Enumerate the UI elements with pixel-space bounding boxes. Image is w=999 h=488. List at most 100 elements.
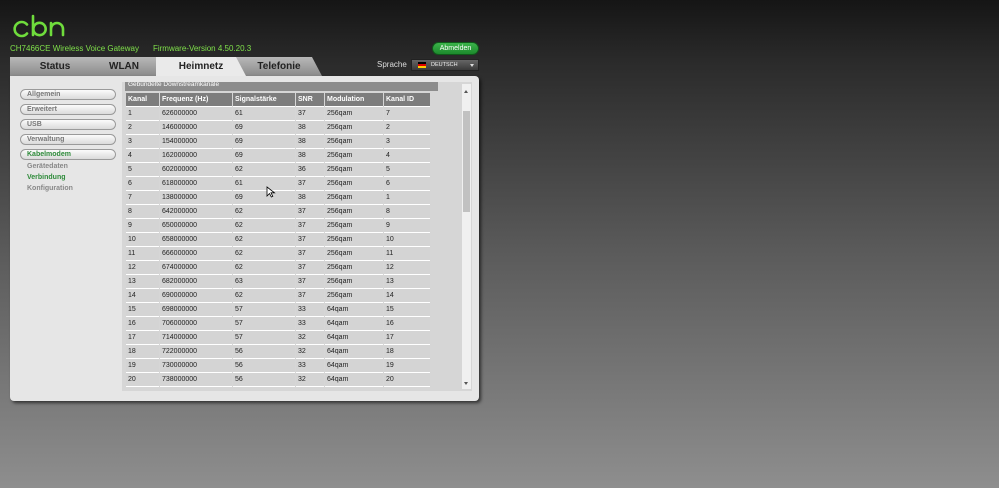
- table-cell: 57: [233, 303, 295, 317]
- table-cell: 730000000: [160, 359, 232, 373]
- table-cell: 1: [384, 191, 430, 205]
- sidebar-subitem-konfiguration[interactable]: Konfiguration: [27, 185, 73, 192]
- sidebar-item-allgemein[interactable]: Allgemein: [20, 89, 116, 100]
- sidebar-item-erweitert[interactable]: Erweitert: [20, 104, 116, 115]
- tab-wlan[interactable]: WLAN: [82, 57, 166, 76]
- table-cell: 16: [384, 317, 430, 331]
- table-cell: 690000000: [160, 289, 232, 303]
- table-cell: 57: [233, 317, 295, 331]
- table-row: 13 682000000 63 37 256qam 13: [126, 275, 430, 289]
- table-cell: 626000000: [160, 107, 232, 121]
- table-row: 10 658000000 62 37 256qam 10: [126, 233, 430, 247]
- table-cell: 256qam: [325, 191, 383, 205]
- table-row: 18 722000000 56 32 64qam 18: [126, 345, 430, 359]
- header-info: CH7466CE Wireless Voice Gateway Firmware-…: [10, 44, 251, 53]
- model-name: CH7466CE Wireless Voice Gateway: [10, 44, 139, 53]
- sidebar-subitem-verbindung[interactable]: Verbindung: [27, 174, 66, 181]
- chevron-down-icon: [470, 64, 474, 67]
- language-selected: DEUTSCH: [431, 62, 458, 68]
- sidebar-item-usb[interactable]: USB: [20, 119, 116, 130]
- table-cell: 20: [126, 373, 159, 387]
- table-row: 7 138000000 69 38 256qam 1: [126, 191, 430, 205]
- table-row: 16 706000000 57 33 64qam 16: [126, 317, 430, 331]
- table-cell: 18: [384, 345, 430, 359]
- table-cell: 15: [384, 303, 430, 317]
- table-cell: 32: [296, 373, 324, 387]
- scroll-down-icon[interactable]: [464, 382, 468, 385]
- table-cell: 38: [296, 149, 324, 163]
- table-row: 12 674000000 62 37 256qam 12: [126, 261, 430, 275]
- table-cell: 37: [296, 275, 324, 289]
- table-cell: 138000000: [160, 191, 232, 205]
- language-select[interactable]: DEUTSCH: [411, 59, 479, 71]
- table-cell: 14: [126, 289, 159, 303]
- table-cell: 19: [384, 359, 430, 373]
- table-row: 19 730000000 56 33 64qam 19: [126, 359, 430, 373]
- table-cell: 650000000: [160, 219, 232, 233]
- table-cell: 642000000: [160, 205, 232, 219]
- table-cell: 8: [126, 205, 159, 219]
- table-cell: 37: [296, 177, 324, 191]
- table-cell: 256qam: [325, 107, 383, 121]
- table-cell: 69: [233, 135, 295, 149]
- table-cell: 37: [296, 205, 324, 219]
- table-cell: 19: [126, 359, 159, 373]
- sidebar-item-kabelmodem[interactable]: Kabelmodem: [20, 149, 116, 160]
- table-cell: 63: [233, 275, 295, 289]
- table-cell: 9: [384, 219, 430, 233]
- sidebar-item-verwaltung[interactable]: Verwaltung: [20, 134, 116, 145]
- language-label: Sprache: [377, 60, 407, 69]
- scrollbar-thumb[interactable]: [463, 111, 470, 212]
- table-cell: 61: [233, 107, 295, 121]
- table-cell: 32: [296, 345, 324, 359]
- table-cell: 56: [233, 359, 295, 373]
- table-cell: 256qam: [325, 163, 383, 177]
- table-cell: 56: [233, 373, 295, 387]
- table-cell: 10: [384, 233, 430, 247]
- table-cell: 674000000: [160, 261, 232, 275]
- main-tabs: Status WLAN Heimnetz Telefonie: [10, 57, 330, 76]
- table-cell: 33: [296, 359, 324, 373]
- sidebar-subitem-geraetedaten[interactable]: Gerätedaten: [27, 163, 68, 170]
- table-cell: 37: [296, 219, 324, 233]
- table-cell: 12: [126, 261, 159, 275]
- tab-heimnetz[interactable]: Heimnetz: [156, 57, 246, 76]
- table-cell: 722000000: [160, 345, 232, 359]
- content-area: Gebündelte Downstreamkanäle Kanal Freque…: [122, 82, 472, 391]
- table-cell: 8: [384, 205, 430, 219]
- column-header: Kanal: [126, 93, 159, 107]
- table-cell: 5: [384, 163, 430, 177]
- column-header: Kanal ID: [384, 93, 430, 107]
- table-cell: 38: [296, 121, 324, 135]
- table-cell: 36: [296, 163, 324, 177]
- table-cell: 11: [384, 247, 430, 261]
- table-row: 6 618000000 61 37 256qam 6: [126, 177, 430, 191]
- table-cell: 69: [233, 149, 295, 163]
- table-cell: 714000000: [160, 331, 232, 345]
- table-cell: 57: [233, 331, 295, 345]
- table-cell: 256qam: [325, 177, 383, 191]
- table-cell: 682000000: [160, 275, 232, 289]
- table-cell: 37: [296, 233, 324, 247]
- table-cell: 256qam: [325, 219, 383, 233]
- table-cell: 9: [126, 219, 159, 233]
- table-cell: 4: [384, 149, 430, 163]
- table-cell: 162000000: [160, 149, 232, 163]
- tab-telefonie[interactable]: Telefonie: [236, 57, 322, 76]
- table-row: 14 690000000 62 37 256qam 14: [126, 289, 430, 303]
- table-cell: 62: [233, 247, 295, 261]
- table-cell: 7: [384, 107, 430, 121]
- scrollbar[interactable]: [462, 84, 471, 389]
- table-cell: 38: [296, 135, 324, 149]
- table-cell: 256qam: [325, 247, 383, 261]
- table-cell: 698000000: [160, 303, 232, 317]
- table-cell: 64qam: [325, 317, 383, 331]
- table-cell: 18: [126, 345, 159, 359]
- logout-button[interactable]: Abmelden: [433, 43, 478, 54]
- table-cell: 256qam: [325, 261, 383, 275]
- table-cell: 256qam: [325, 233, 383, 247]
- column-header: Modulation: [325, 93, 383, 107]
- scroll-up-icon[interactable]: [464, 90, 468, 93]
- table-cell: 37: [296, 261, 324, 275]
- table-cell: 15: [126, 303, 159, 317]
